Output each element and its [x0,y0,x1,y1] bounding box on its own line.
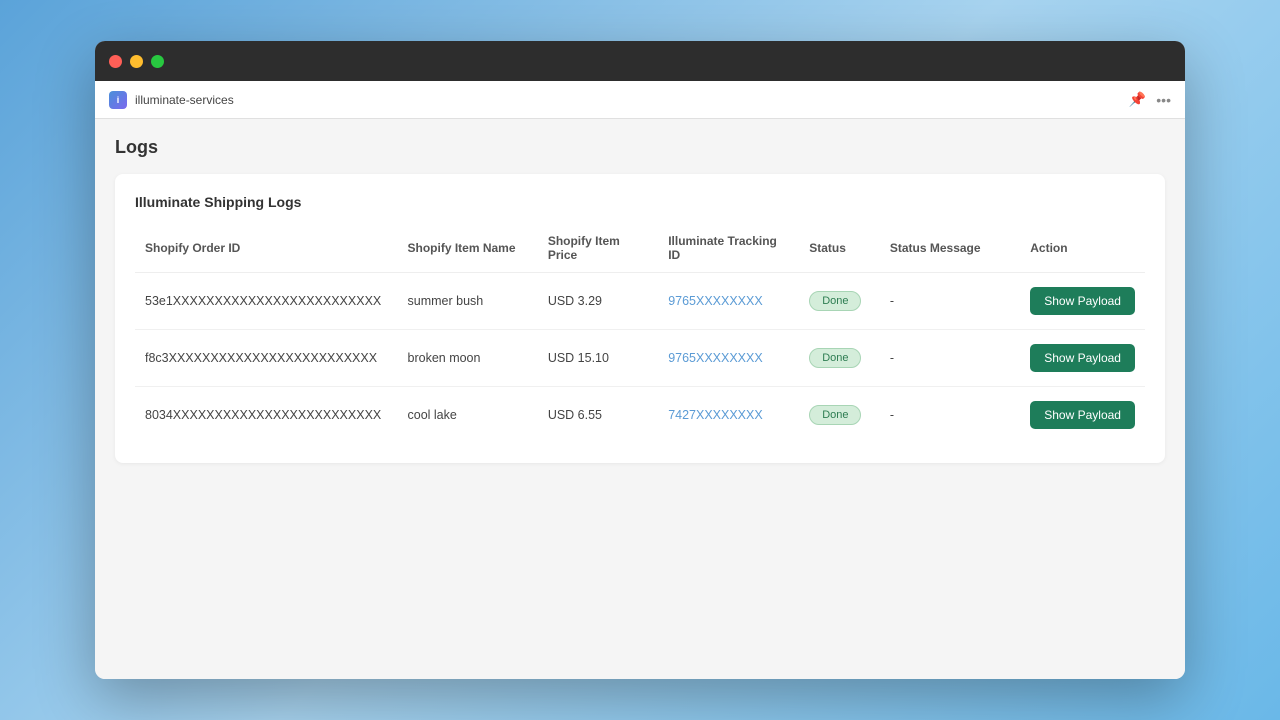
page-title: Logs [115,137,1165,158]
toolbar-right: 📌 ••• [1129,91,1171,108]
cell-item-price: USD 6.55 [538,387,658,444]
toolbar: i illuminate-services 📌 ••• [95,81,1185,119]
logs-table: Shopify Order ID Shopify Item Name Shopi… [135,226,1145,443]
status-badge: Done [809,405,861,425]
cell-status-message: - [880,273,1020,330]
table-row: 8034XXXXXXXXXXXXXXXXXXXXXXXXX cool lake … [135,387,1145,444]
cell-status: Done [799,330,880,387]
cell-tracking-id: 7427XXXXXXXX [658,387,799,444]
cell-action: Show Payload [1020,387,1145,444]
status-badge: Done [809,348,861,368]
cell-status-message: - [880,387,1020,444]
logs-card: Illuminate Shipping Logs Shopify Order I… [115,174,1165,463]
tracking-link[interactable]: 9765XXXXXXXX [668,351,763,365]
col-header-item-price: Shopify Item Price [538,226,658,273]
toolbar-left: i illuminate-services [109,91,234,109]
table-header-row: Shopify Order ID Shopify Item Name Shopi… [135,226,1145,273]
col-header-status-message: Status Message [880,226,1020,273]
col-header-status: Status [799,226,880,273]
cell-tracking-id: 9765XXXXXXXX [658,273,799,330]
minimize-button[interactable] [130,55,143,68]
app-icon: i [109,91,127,109]
app-name-label: illuminate-services [135,93,234,107]
table-row: f8c3XXXXXXXXXXXXXXXXXXXXXXXXX broken moo… [135,330,1145,387]
cell-order-id: 53e1XXXXXXXXXXXXXXXXXXXXXXXXX [135,273,398,330]
cell-status: Done [799,273,880,330]
cell-action: Show Payload [1020,330,1145,387]
col-header-item-name: Shopify Item Name [398,226,538,273]
more-options-icon[interactable]: ••• [1156,92,1171,108]
cell-item-price: USD 3.29 [538,273,658,330]
cell-status: Done [799,387,880,444]
show-payload-button[interactable]: Show Payload [1030,344,1135,372]
cell-item-name: broken moon [398,330,538,387]
app-icon-label: i [117,95,120,105]
status-badge: Done [809,291,861,311]
cell-order-id: 8034XXXXXXXXXXXXXXXXXXXXXXXXX [135,387,398,444]
close-button[interactable] [109,55,122,68]
col-header-order-id: Shopify Order ID [135,226,398,273]
table-row: 53e1XXXXXXXXXXXXXXXXXXXXXXXXX summer bus… [135,273,1145,330]
traffic-lights [109,55,164,68]
main-content: Logs Illuminate Shipping Logs Shopify Or… [95,119,1185,679]
cell-status-message: - [880,330,1020,387]
cell-order-id: f8c3XXXXXXXXXXXXXXXXXXXXXXXXX [135,330,398,387]
pin-icon[interactable]: 📌 [1129,91,1146,108]
cell-item-name: summer bush [398,273,538,330]
titlebar [95,41,1185,81]
cell-item-price: USD 15.10 [538,330,658,387]
tracking-link[interactable]: 7427XXXXXXXX [668,408,763,422]
col-header-tracking-id: Illuminate Tracking ID [658,226,799,273]
col-header-action: Action [1020,226,1145,273]
card-title: Illuminate Shipping Logs [135,194,1145,210]
cell-action: Show Payload [1020,273,1145,330]
show-payload-button[interactable]: Show Payload [1030,287,1135,315]
cell-tracking-id: 9765XXXXXXXX [658,330,799,387]
app-window: i illuminate-services 📌 ••• Logs Illumin… [95,41,1185,679]
show-payload-button[interactable]: Show Payload [1030,401,1135,429]
cell-item-name: cool lake [398,387,538,444]
maximize-button[interactable] [151,55,164,68]
tracking-link[interactable]: 9765XXXXXXXX [668,294,763,308]
